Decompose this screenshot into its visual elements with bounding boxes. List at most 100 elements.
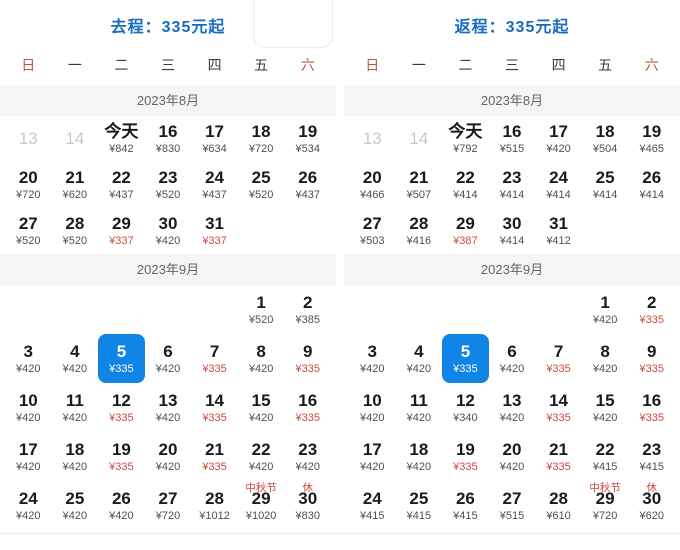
calendar-day-cell[interactable]: 15¥420 [582,383,629,432]
calendar-day-cell[interactable]: 27¥515 [489,481,536,530]
calendar-day-cell[interactable]: 2¥385 [284,285,331,334]
calendar-day-cell[interactable]: 中秋节29¥720 [582,481,629,530]
calendar-day-cell[interactable]: 13¥420 [489,383,536,432]
calendar-day-cell[interactable]: 1¥520 [238,285,285,334]
calendar-day-cell[interactable]: 8¥420 [582,334,629,383]
calendar-day-cell[interactable]: 15¥420 [238,383,285,432]
calendar-day-cell[interactable]: 30¥420 [145,208,192,254]
calendar-day-cell[interactable]: 14¥335 [191,383,238,432]
calendar-day-cell[interactable]: 13¥420 [145,383,192,432]
calendar-day-cell[interactable]: 26¥415 [442,481,489,530]
calendar-day-cell[interactable]: 31¥412 [535,208,582,254]
calendar-day-cell[interactable]: 24¥415 [349,481,396,530]
calendar-day-cell[interactable]: 16¥515 [489,116,536,162]
calendar-day-cell[interactable]: 27¥720 [145,481,192,530]
calendar-day-cell[interactable]: 18¥420 [52,432,99,481]
calendar-day-cell[interactable]: 18¥504 [582,116,629,162]
calendar-day-cell[interactable]: 28¥416 [396,208,443,254]
calendar-day-cell[interactable]: 16¥335 [284,383,331,432]
calendar-day-cell[interactable]: 17¥420 [535,116,582,162]
calendar-day-cell[interactable]: 10¥420 [5,383,52,432]
calendar-day-cell[interactable]: 6¥420 [489,334,536,383]
calendar-day-cell[interactable]: 8¥420 [238,334,285,383]
calendar-day-cell[interactable]: 3¥420 [349,334,396,383]
calendar-day-cell[interactable]: 28¥1012 [191,481,238,530]
calendar-day-cell[interactable]: 24¥414 [535,162,582,208]
calendar-day-cell[interactable]: 27¥503 [349,208,396,254]
calendar-day-cell[interactable]: 21¥335 [191,432,238,481]
calendar-day-cell[interactable]: 28¥520 [52,208,99,254]
calendar-day-cell[interactable]: 25¥415 [396,481,443,530]
day-number: 20 [159,440,178,459]
calendar-day-cell[interactable]: 12¥335 [98,383,145,432]
calendar-day-cell[interactable]: 休30¥830 [284,481,331,530]
calendar-day-cell[interactable]: 6¥420 [145,334,192,383]
calendar-day-cell[interactable]: 9¥335 [284,334,331,383]
calendar-day-cell[interactable]: 14¥335 [535,383,582,432]
calendar-day-cell[interactable]: 19¥534 [284,116,331,162]
calendar-day-cell[interactable]: 21¥335 [535,432,582,481]
calendar-day-cell[interactable]: 25¥414 [582,162,629,208]
calendar-day-cell[interactable]: 3¥420 [5,334,52,383]
calendar-day-cell[interactable]: 22¥420 [238,432,285,481]
calendar-day-cell[interactable]: 中秋节29¥1020 [238,481,285,530]
calendar-day-cell[interactable]: 1¥420 [582,285,629,334]
calendar-day-cell[interactable]: 19¥335 [98,432,145,481]
calendar-day-cell[interactable]: 31¥337 [191,208,238,254]
calendar-day-cell[interactable]: 19¥465 [628,116,675,162]
calendar-day-cell[interactable]: 20¥420 [489,432,536,481]
calendar-day-cell[interactable]: 12¥340 [442,383,489,432]
calendar-day-cell[interactable]: 21¥507 [396,162,443,208]
calendar-day-cell[interactable]: 7¥335 [191,334,238,383]
calendar-day-cell[interactable]: 16¥830 [145,116,192,162]
calendar-day-cell[interactable]: 22¥437 [98,162,145,208]
day-price: ¥415 [639,460,663,474]
calendar-day-cell[interactable]: 17¥420 [5,432,52,481]
day-price: ¥437 [109,188,133,202]
calendar-day-cell[interactable]: 11¥420 [396,383,443,432]
calendar-day-cell[interactable]: 17¥420 [349,432,396,481]
calendar-day-cell[interactable]: 23¥520 [145,162,192,208]
calendar-day-cell[interactable]: 23¥420 [284,432,331,481]
calendar-day-cell[interactable]: 25¥520 [238,162,285,208]
calendar-today-cell[interactable]: 今天¥792 [442,116,489,162]
calendar-day-cell[interactable]: 28¥610 [535,481,582,530]
calendar-day-cell[interactable]: 2¥335 [628,285,675,334]
calendar-day-cell[interactable]: 30¥414 [489,208,536,254]
calendar-day-cell[interactable]: 26¥414 [628,162,675,208]
calendar-day-cell[interactable]: 16¥335 [628,383,675,432]
calendar-day-cell[interactable]: 11¥420 [52,383,99,432]
calendar-day-cell[interactable]: 休30¥620 [628,481,675,530]
calendar-day-cell[interactable]: 19¥335 [442,432,489,481]
calendar-day-cell[interactable]: 20¥420 [145,432,192,481]
calendar-day-cell[interactable]: 29¥337 [98,208,145,254]
calendar-day-cell[interactable]: 25¥420 [52,481,99,530]
calendar-day-cell[interactable]: 21¥620 [52,162,99,208]
calendar-day-cell[interactable]: 9¥335 [628,334,675,383]
calendar-day-cell[interactable]: 26¥437 [284,162,331,208]
calendar-day-cell[interactable]: 29¥387 [442,208,489,254]
calendar-day-cell[interactable]: 18¥420 [396,432,443,481]
calendar-day-cell[interactable]: 24¥420 [5,481,52,530]
calendar-day-cell[interactable]: 26¥420 [98,481,145,530]
calendar-day-cell[interactable]: 17¥634 [191,116,238,162]
calendar-day-cell[interactable]: 4¥420 [52,334,99,383]
calendar-day-cell[interactable]: 20¥720 [5,162,52,208]
calendar-day-cell[interactable]: 4¥420 [396,334,443,383]
calendar-day-cell[interactable]: 7¥335 [535,334,582,383]
calendar-day-cell[interactable]: 10¥420 [349,383,396,432]
calendar-day-cell[interactable]: 22¥414 [442,162,489,208]
calendar-day-cell[interactable]: 22¥415 [582,432,629,481]
calendar-day-cell[interactable]: 18¥720 [238,116,285,162]
calendar-day-cell[interactable]: 23¥415 [628,432,675,481]
calendar-day-cell[interactable]: 24¥437 [191,162,238,208]
calendar-selected-day[interactable]: 5¥335 [442,334,489,383]
calendar-day-cell[interactable]: 27¥520 [5,208,52,254]
calendar-day-cell[interactable]: 20¥466 [349,162,396,208]
calendar-selected-day[interactable]: 5¥335 [98,334,145,383]
day-number: 13 [363,129,382,148]
calendar-day-cell[interactable]: 23¥414 [489,162,536,208]
day-number: 20 [503,440,522,459]
month-grid: 1314今天¥84216¥83017¥63418¥72019¥53420¥720… [0,116,336,254]
calendar-today-cell[interactable]: 今天¥842 [98,116,145,162]
